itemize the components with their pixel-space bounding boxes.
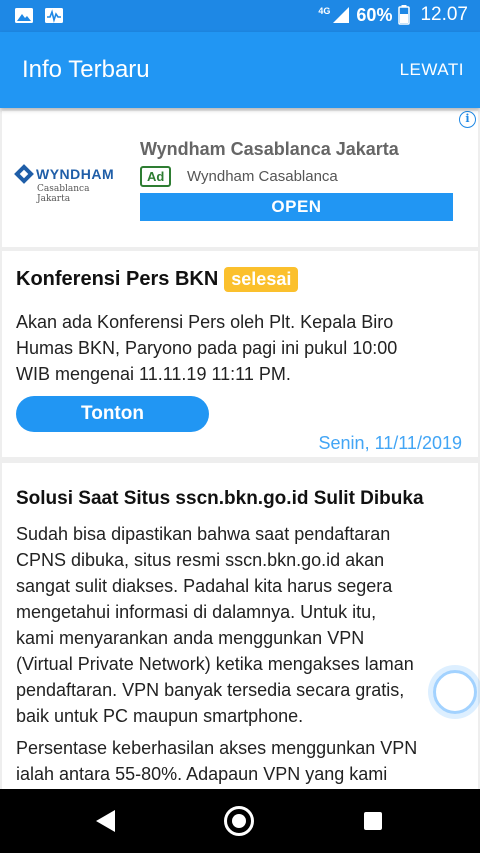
activity-icon: [45, 8, 63, 23]
page-title: Info Terbaru: [22, 56, 150, 83]
news-body-line: mengetahui informasi di dalamnya. Untuk …: [16, 602, 377, 622]
home-icon[interactable]: [224, 806, 254, 836]
news-title-text: Konferensi Pers BKN: [16, 268, 219, 290]
ad-advertiser: Wyndham Casablanca: [187, 168, 338, 185]
ad-title[interactable]: Wyndham Casablanca Jakarta: [140, 139, 399, 160]
news-body-line: (Virtual Private Network) ketika mengaks…: [16, 654, 414, 674]
news-body-line: baik untuk PC maupun smartphone.: [16, 706, 304, 726]
news-body-line: Sudah bisa dipastikan bahwa saat pendaft…: [16, 524, 391, 544]
news-body-line: Persentase keberhasilan akses menggunkan…: [16, 738, 418, 758]
system-status: 4G 60% 12.07: [318, 4, 468, 26]
notification-icons: [14, 7, 64, 24]
touch-indicator: [433, 670, 477, 714]
signal-icon: [333, 7, 350, 23]
ad-logo-subtext: Casablanca Jakarta: [37, 184, 90, 204]
news-date: Senin, 11/11/2019: [318, 433, 462, 453]
news-body-line: ialah antara 55-80%. Adapaun VPN yang ka…: [16, 764, 388, 784]
news-paragraph: Persentase keberhasilan akses menggunkan…: [16, 735, 476, 787]
status-bar: 4G 60% 12.07: [0, 0, 480, 32]
news-body-line: Humas BKN, Paryono pada pagi ini pukul 1…: [16, 338, 398, 358]
news-feed[interactable]: i WYNDHAM Casablanca Jakarta Wyndham Cas…: [0, 108, 480, 789]
ad-badge: Ad: [140, 166, 172, 187]
recents-icon[interactable]: [364, 812, 382, 830]
network-label: 4G: [318, 6, 331, 16]
news-body-line: kami menyarankan anda menggunkan VPN: [16, 628, 365, 648]
ad-logo: WYNDHAM Casablanca Jakarta: [14, 164, 125, 204]
ad-info-icon[interactable]: i: [459, 111, 476, 128]
news-card: Konferensi Pers BKN selesai Akan ada Kon…: [2, 251, 478, 457]
navigation-bar: [0, 789, 480, 853]
battery-percent: 60%: [356, 4, 393, 25]
news-title: Konferensi Pers BKN selesai: [16, 267, 299, 292]
back-icon[interactable]: [93, 808, 119, 834]
news-paragraph: Sudah bisa dipastikan bahwa saat pendaft…: [16, 521, 476, 729]
news-body-line: Akan ada Konferensi Pers oleh Plt. Kepal…: [16, 312, 394, 332]
news-body-line: WIB mengenai 11.11.19 11:11 PM.: [16, 364, 291, 384]
image-icon: [15, 8, 33, 23]
battery-icon: [398, 5, 411, 25]
news-body: Sudah bisa dipastikan bahwa saat pendaft…: [16, 521, 476, 789]
news-body: Akan ada Konferensi Pers oleh Plt. Kepal…: [16, 309, 471, 387]
news-body-line: pendaftaran. VPN banyak tersedia secara …: [16, 680, 405, 700]
ad-banner[interactable]: i WYNDHAM Casablanca Jakarta Wyndham Cas…: [2, 111, 478, 247]
news-body-line: sangat sulit diakses. Padahal kita harus…: [16, 576, 393, 596]
app-bar: Info Terbaru LEWATI: [0, 32, 480, 108]
ad-open-button[interactable]: OPEN: [140, 193, 453, 221]
news-title: Solusi Saat Situs sscn.bkn.go.id Sulit D…: [16, 488, 424, 509]
wyndham-logo-icon: [14, 164, 34, 184]
skip-button[interactable]: LEWATI: [400, 60, 464, 80]
status-badge: selesai: [224, 267, 299, 292]
ad-logo-text: WYNDHAM: [36, 166, 115, 182]
watch-button[interactable]: Tonton: [16, 396, 209, 432]
news-body-line: CPNS dibuka, situs resmi sscn.bkn.go.id …: [16, 550, 385, 570]
news-card: Solusi Saat Situs sscn.bkn.go.id Sulit D…: [2, 463, 478, 789]
clock: 12.07: [420, 4, 468, 25]
